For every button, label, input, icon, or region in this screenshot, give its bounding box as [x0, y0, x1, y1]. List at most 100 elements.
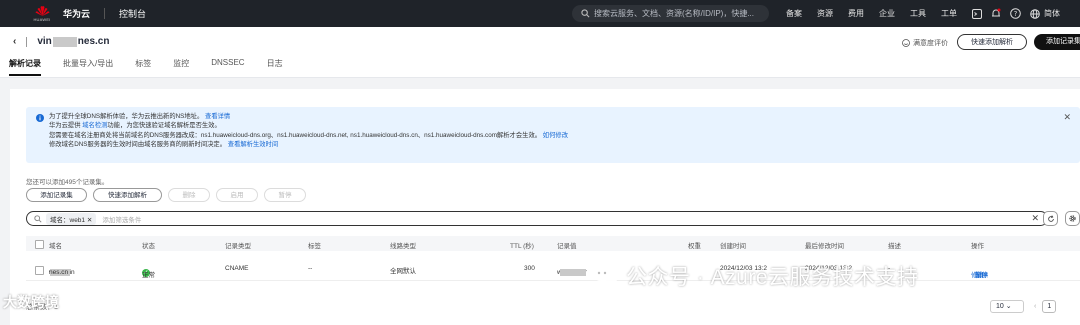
quota-hint: 您还可以添加495个记录集。: [26, 179, 109, 186]
domain-title: ‹ vin nes.cn: [13, 36, 109, 47]
notice-details-link[interactable]: 查看详情: [205, 113, 230, 120]
filter-input[interactable]: 域名：web1 ✕ 添加筛选条件 ✕: [26, 211, 1048, 226]
record-toolbar: 添加记录集 快速添加解析 删除 启用 暂停: [26, 188, 312, 202]
quick-add-button[interactable]: 快速添加解析: [93, 188, 162, 202]
col-domain[interactable]: 域名: [49, 240, 62, 250]
tab-tags[interactable]: 标签: [135, 58, 151, 76]
col-description: 描述: [888, 243, 901, 250]
huawei-flower-icon: [35, 6, 49, 16]
logo-text: HUAWEI: [33, 17, 51, 22]
pause-button[interactable]: 暂停: [264, 188, 306, 202]
page-size-select[interactable]: 10 ⌄: [990, 300, 1024, 313]
cell-tags: --: [308, 265, 313, 272]
close-icon[interactable]: ✕: [1063, 112, 1071, 123]
refresh-icon: [1047, 214, 1054, 222]
huawei-logo[interactable]: HUAWEI: [33, 5, 51, 22]
svg-text:?: ?: [1014, 10, 1018, 18]
nav-resources[interactable]: 资源: [817, 8, 833, 19]
filter-tag-label: 域名：web1: [50, 216, 86, 224]
delete-button[interactable]: 删除: [168, 188, 210, 202]
notice-line2-post: 功能，为您快速验证域名解析是否生效。: [107, 122, 221, 130]
notice-line2-pre: 华为云提供: [49, 122, 81, 130]
cell-line: 全网默认: [390, 268, 416, 275]
how-to-modify-link[interactable]: 如何修改: [543, 132, 568, 139]
help-icon[interactable]: ?: [1010, 8, 1021, 19]
wechat-icon: [593, 266, 617, 286]
row-checkbox[interactable]: [35, 266, 44, 275]
col-type[interactable]: 记录类型: [225, 240, 251, 250]
tab-monitoring[interactable]: 监控: [173, 58, 189, 76]
pagination: 10 ⌄ ‹ 1: [990, 300, 1057, 313]
effective-time-link[interactable]: 查看解析生效时间: [228, 141, 278, 148]
nav-tools[interactable]: 工具: [910, 8, 926, 19]
bell-icon[interactable]: [991, 8, 1001, 19]
select-all-checkbox[interactable]: [35, 240, 44, 249]
col-tags: 标签: [308, 243, 321, 250]
smile-icon: [902, 39, 910, 47]
tab-logs[interactable]: 日志: [267, 58, 283, 76]
cell-type: CNAME: [225, 265, 249, 272]
chevron-down-icon: ⌄: [1005, 303, 1012, 310]
back-chevron-icon[interactable]: ‹: [13, 36, 16, 47]
status-text: 正常: [142, 272, 155, 279]
page-button-current[interactable]: 1: [1042, 300, 1057, 313]
prev-page-icon[interactable]: ‹: [1034, 303, 1036, 310]
remove-tag-icon[interactable]: ✕: [87, 217, 92, 224]
global-search-input[interactable]: 搜索云服务、文档、资源(名称/ID/IP)，快捷...: [572, 5, 769, 22]
delete-link[interactable]: 删除: [975, 269, 988, 279]
nav-billing[interactable]: 费用: [848, 8, 864, 19]
tab-bar: 解析记录 批量导入/导出 标签 监控 DNSSEC 日志: [9, 58, 305, 76]
domain-header: ‹ vin nes.cn 满意度评价 快速添加解析 添加记录集 解析记录 批量导…: [0, 27, 1080, 78]
redaction-mask: [52, 36, 77, 47]
satisfaction-link[interactable]: 满意度评价: [902, 38, 948, 48]
col-line: 线路类型: [390, 243, 416, 250]
filter-placeholder: 添加筛选条件: [102, 216, 142, 224]
domain-check-link[interactable]: 域名检测: [82, 122, 107, 129]
col-weight: 权重: [688, 243, 701, 250]
page-size-value: 10: [996, 303, 1004, 310]
enable-button[interactable]: 启用: [216, 188, 258, 202]
redaction-mask: [560, 269, 586, 276]
language-switch[interactable]: 简体: [1044, 8, 1060, 19]
search-icon: [581, 9, 590, 18]
cell-ttl: 300: [524, 265, 535, 272]
info-icon: [36, 114, 44, 122]
clear-filter-icon[interactable]: ✕: [1031, 213, 1039, 224]
col-modified[interactable]: 最后修改时间: [805, 240, 844, 250]
console-link[interactable]: 控制台: [119, 7, 146, 20]
add-record-button[interactable]: 添加记录集: [26, 188, 87, 202]
tab-dnssec[interactable]: DNSSEC: [211, 58, 244, 76]
search-placeholder: 搜索云服务、文档、资源(名称/ID/IP)，快捷...: [594, 9, 754, 18]
domain-suffix: nes.cn: [77, 36, 110, 47]
terminal-icon[interactable]: [972, 8, 982, 19]
col-value: 记录值: [557, 243, 577, 250]
info-notice: 为了提升全球DNS解析体验，华为云推出新的NS地址。 查看详情 华为云提供 域名…: [26, 107, 1080, 163]
notice-text: 为了提升全球DNS解析体验，华为云推出新的NS地址。 查看详情 华为云提供 域名…: [49, 112, 568, 150]
tab-import-export[interactable]: 批量导入/导出: [63, 58, 113, 76]
nav-enterprise[interactable]: 企业: [879, 8, 895, 19]
nav-filing[interactable]: 备案: [786, 8, 802, 19]
watermark-right-text: 公众号 · Azure云服务技术支持: [626, 266, 919, 289]
globe-icon[interactable]: [1030, 8, 1040, 19]
col-status[interactable]: 状态: [142, 240, 155, 250]
settings-button[interactable]: [1065, 211, 1080, 226]
domain-prefix: vin: [37, 36, 52, 47]
table-header: 域名 状态 记录类型 标签 线路类型 TTL (秒) 记录值 权重 创建时间 最…: [26, 236, 1080, 251]
refresh-button[interactable]: [1043, 211, 1058, 226]
col-actions: 操作: [971, 243, 984, 250]
records-panel: 为了提升全球DNS解析体验，华为云推出新的NS地址。 查看详情 华为云提供 域名…: [10, 89, 1080, 325]
add-record-set-button[interactable]: 添加记录集: [1034, 34, 1080, 50]
col-created[interactable]: 创建时间: [720, 240, 746, 250]
quick-resolve-button[interactable]: 快速添加解析: [957, 34, 1027, 50]
nav-tickets[interactable]: 工单: [941, 8, 957, 19]
brand-name[interactable]: 华为云: [63, 7, 90, 20]
notice-line4: 修改域名DNS服务器的生效时间由域名服务商的刷新时间决定。: [49, 141, 227, 149]
divider: [104, 8, 106, 19]
tab-records[interactable]: 解析记录: [9, 58, 41, 76]
watermark-left-text: 大数跨境: [3, 294, 59, 310]
gear-icon: [1069, 215, 1076, 222]
domain-suffix: nes.cn: [49, 269, 69, 276]
divider: [26, 36, 28, 47]
top-nav-links: 备案 资源 费用 企业 工具 工单 ? 简体: [786, 0, 1075, 27]
filter-tag[interactable]: 域名：web1 ✕: [46, 212, 97, 225]
